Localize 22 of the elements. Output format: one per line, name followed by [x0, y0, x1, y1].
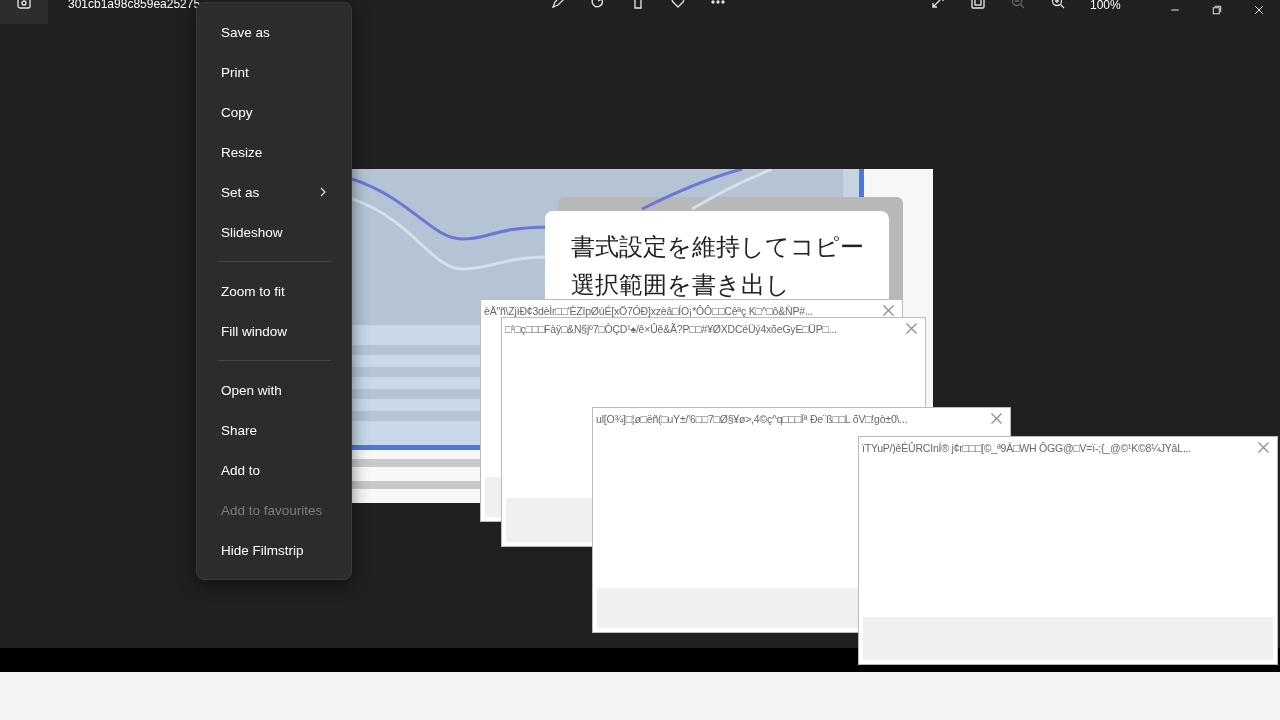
menu-item[interactable]: Slideshow	[197, 212, 351, 252]
menu-item[interactable]: Hide Filmstrip	[197, 530, 351, 570]
dialog-title: ul[O¾]□¦ø□ëñ(□uY±/'6□□7□Ø§¥ø>,4©ç^q□□□Ïª Ðe¨ß□□L õV□!gò±0\...	[596, 412, 908, 425]
menu-item[interactable]: Share	[197, 410, 351, 450]
menu-item[interactable]: Resize	[197, 132, 351, 172]
dialog-title: ïTYuP/)êÊÛRCInÍ® j¢r□□□[©_ª9Â□WH ÔGG@□V=ï-;{_@©¹K©8¼JYâL...	[862, 441, 1192, 454]
chevron-right-icon	[319, 187, 327, 197]
file-name: 301cb1a98c859ea25275	[68, 0, 201, 9]
callout-text: 書式設定を維持してコピー	[571, 232, 863, 263]
dialog-title: □¹□ç□□□Fàÿ□&N§jº7□ÒÇD¹♠/ê×Ûê&Ã?P□□#¥ØXDCéÜý4xõeGyE□ÜP□...	[505, 322, 837, 335]
menu-item[interactable]: Open with	[197, 370, 351, 410]
dialog-title: èÄ"ñ\ZjìÐ¢3dèÌr□□'ÊZîpØúÉ[xÖ7ŐÐ]xzèâ□ÍO¡*ÔÔ□□Cêªç K□^□ô&ŇP#...	[484, 304, 813, 317]
menu-item[interactable]: Add to	[197, 450, 351, 490]
menu-item[interactable]: Fill window	[197, 311, 351, 351]
menu-item[interactable]: Set as	[197, 172, 351, 212]
menu-item[interactable]: Save as	[197, 12, 351, 52]
menu-item[interactable]: Copy	[197, 92, 351, 132]
menu-item[interactable]: Print	[197, 52, 351, 92]
zoom-level: 100%	[1090, 0, 1121, 10]
callout-text: 選択範囲を書き出し	[571, 270, 791, 301]
menu-item[interactable]: Zoom to fit	[197, 271, 351, 311]
restore-icon[interactable]	[1211, 4, 1223, 16]
